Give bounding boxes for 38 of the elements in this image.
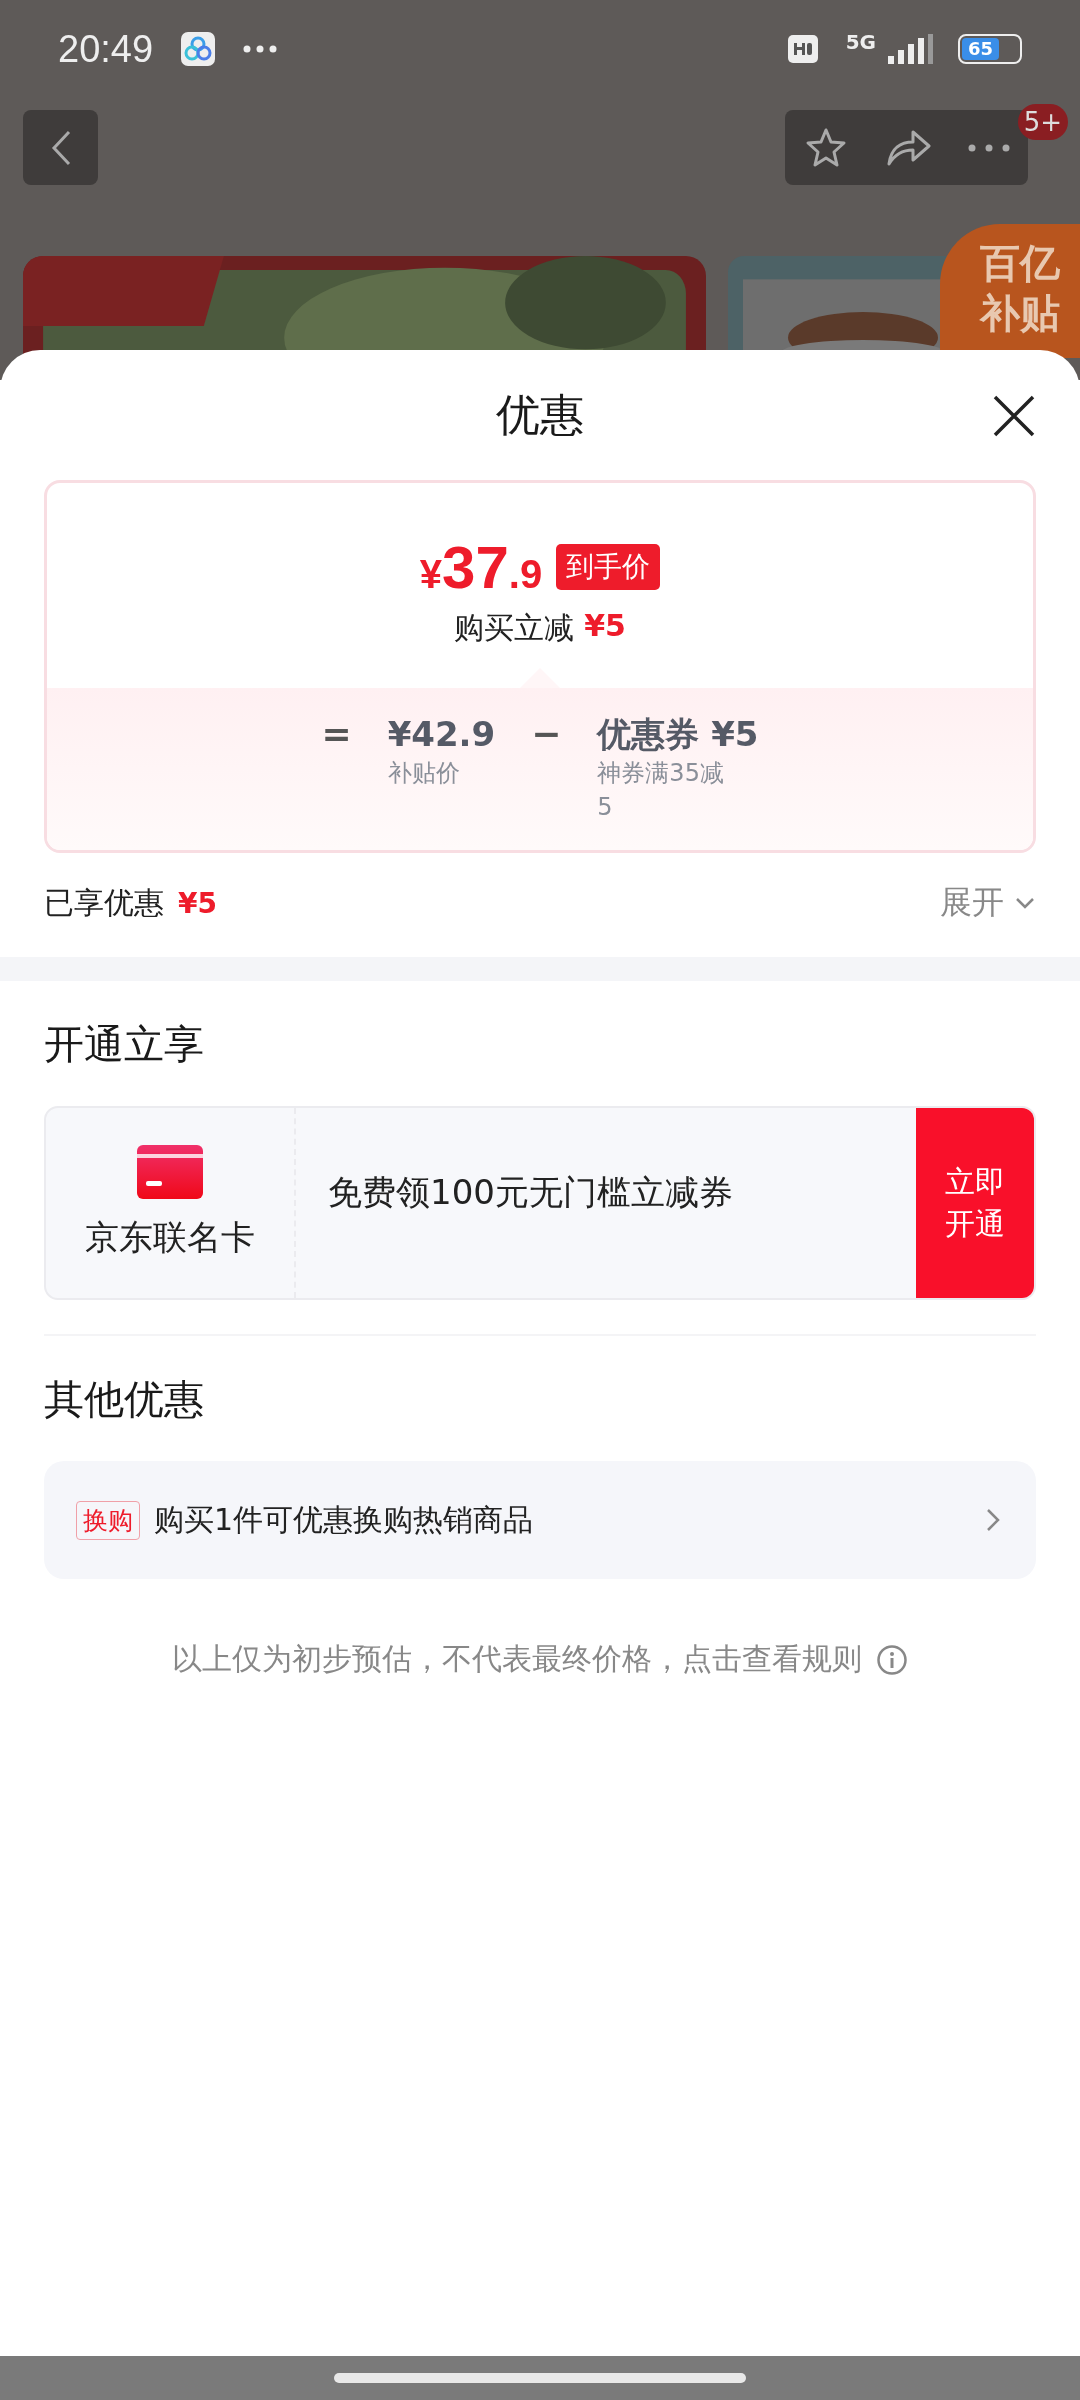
- term-caption: 神券满35减5: [597, 758, 725, 823]
- promo-badge: 百亿补贴: [940, 224, 1080, 358]
- sheet-title: 优惠: [496, 387, 584, 442]
- final-price: ¥37.9: [419, 532, 543, 602]
- price-tag: 到手价: [556, 544, 661, 590]
- disclaimer-link[interactable]: 以上仅为初步预估，不代表最终价格，点击查看规则: [172, 1639, 862, 1680]
- offer-row-text: 购买1件可优惠换购热销商品: [154, 1500, 534, 1539]
- section-title: 其他优惠: [44, 1375, 205, 1424]
- offer-row[interactable]: 换购 购买1件可优惠换购热销商品: [44, 1461, 1036, 1579]
- enjoyed-label: 已享优惠: [44, 883, 164, 922]
- close-icon[interactable]: [992, 394, 1036, 438]
- back-button[interactable]: [23, 110, 98, 185]
- more-icon[interactable]: [967, 143, 1010, 152]
- card-icon: [137, 1145, 203, 1199]
- card-name: 京东联名卡: [85, 1216, 255, 1259]
- status-time: 20:49: [58, 27, 154, 71]
- network-label: 5G: [845, 30, 876, 54]
- term-caption: 补贴价: [387, 758, 460, 789]
- enjoyed-amount: ¥5: [178, 886, 217, 920]
- info-icon[interactable]: [876, 1643, 908, 1676]
- operator-sign: −: [531, 712, 562, 756]
- offer-text: 免费领100元无门槛立减券: [327, 1171, 734, 1214]
- term-value: 优惠券 ¥5: [597, 713, 759, 756]
- operator-sign: =: [321, 712, 352, 756]
- app-icon: [181, 32, 216, 66]
- notification-badge: 5+: [1017, 104, 1068, 140]
- more-icon: [243, 45, 278, 53]
- activate-button[interactable]: 立即开通: [916, 1108, 1034, 1298]
- expand-toggle[interactable]: 展开: [940, 881, 1036, 925]
- instant-label: 购买立减: [454, 608, 575, 647]
- instant-amount: ¥5: [584, 607, 626, 645]
- chevron-right-icon: [986, 1508, 1000, 1532]
- chevron-down-icon: [1014, 896, 1036, 910]
- hd-icon: [787, 35, 818, 63]
- term-value: ¥42.9: [387, 713, 496, 756]
- section-title: 开通立享: [44, 1020, 205, 1069]
- offer-tag: 换购: [76, 1500, 140, 1540]
- battery-icon: 65: [958, 34, 1022, 64]
